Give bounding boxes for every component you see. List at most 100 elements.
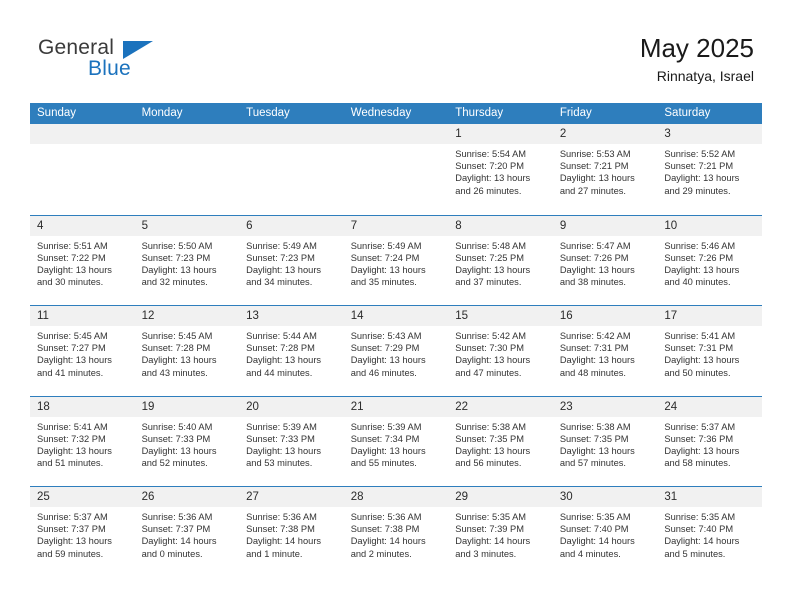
calendar-day-cell[interactable]: 10 Sunrise: 5:46 AM Sunset: 7:26 PM Dayligh… [657,215,762,305]
calendar-week-row: 18 Sunrise: 5:41 AM Sunset: 7:32 PM Dayligh… [30,395,762,486]
calendar-week-row: 11 Sunrise: 5:45 AM Sunset: 7:27 PM Dayligh… [30,305,762,396]
sunrise-text: Sunrise: 5:36 AM [246,512,317,522]
calendar-day-cell[interactable]: 30 Sunrise: 5:35 AM Sunset: 7:40 PM Dayligh… [552,487,658,577]
day-sun-info: Sunrise: 5:48 AM Sunset: 7:25 PM Daylight:… [448,236,553,289]
day-number: 21 [343,396,449,417]
day-sun-info: Sunrise: 5:42 AM Sunset: 7:31 PM Daylight:… [553,326,658,379]
calendar-day-cell[interactable]: 19 Sunrise: 5:40 AM Sunset: 7:33 PM Dayligh… [134,396,240,486]
sunset-text: Sunset: 7:29 PM [350,343,420,354]
calendar-week-row: 25 Sunrise: 5:37 AM Sunset: 7:37 PM Dayligh… [30,486,762,577]
calendar-day-cell[interactable]: 9 Sunrise: 5:47 AM Sunset: 7:26 PM Daylight… [552,215,658,305]
calendar-day-cell[interactable]: 11 Sunrise: 5:45 AM Sunset: 7:27 PM Dayligh… [30,306,135,396]
calendar-day-cell[interactable]: 24 Sunrise: 5:37 AM Sunset: 7:36 PM Dayligh… [657,396,762,486]
calendar-day-cell[interactable]: 3 Sunrise: 5:52 AM Sunset: 7:21 PM Daylight… [657,124,762,214]
sunrise-text: Sunrise: 5:54 AM [455,149,527,159]
calendar-week-row: 1 Sunrise: 5:54 AM Sunset: 7:20 PM Daylight… [30,124,762,215]
day-number: 5 [134,215,240,236]
calendar-day-cell[interactable]: 2 Sunrise: 5:53 AM Sunset: 7:21 PM Daylight… [552,124,658,214]
day-sun-info: Sunrise: 5:51 AM Sunset: 7:22 PM Daylight:… [30,236,135,289]
calendar-day-cell[interactable]: 6 Sunrise: 5:49 AM Sunset: 7:23 PM Daylight… [239,215,344,305]
calendar-day-cell[interactable]: 21 Sunrise: 5:39 AM Sunset: 7:34 PM Dayligh… [343,396,449,486]
daylight-text: Daylight: 13 hours and 34 minutes. [246,264,322,288]
general-blue-logo[interactable]: General Blue [38,36,238,86]
calendar-day-cell[interactable]: 8 Sunrise: 5:48 AM Sunset: 7:25 PM Daylight… [448,215,553,305]
daylight-text: Daylight: 13 hours and 57 minutes. [559,445,635,469]
sunrise-text: Sunrise: 5:40 AM [141,421,213,432]
day-number: 15 [448,306,553,326]
sunset-text: Sunset: 7:38 PM [246,524,315,535]
calendar-day-cell[interactable]: 13 Sunrise: 5:44 AM Sunset: 7:28 PM Dayligh… [239,306,344,396]
daylight-text: Daylight: 13 hours and 38 minutes. [559,264,635,288]
day-sun-info: Sunrise: 5:44 AM Sunset: 7:28 PM Daylight:… [239,326,344,379]
calendar-day-cell[interactable]: 15 Sunrise: 5:42 AM Sunset: 7:30 PM Dayligh… [448,306,553,396]
day-sun-info: Sunrise: 5:52 AM Sunset: 7:21 PM Daylight:… [657,144,762,197]
calendar-day-cell[interactable]: 29 Sunrise: 5:35 AM Sunset: 7:39 PM Dayligh… [448,487,553,577]
sunrise-text: Sunrise: 5:45 AM [37,331,108,341]
sunset-text: Sunset: 7:35 PM [455,433,524,444]
sunset-text: Sunset: 7:31 PM [559,343,629,354]
sunset-text: Sunset: 7:37 PM [37,524,106,535]
calendar-day-cell[interactable]: 14 Sunrise: 5:43 AM Sunset: 7:29 PM Dayligh… [343,306,449,396]
day-sun-info: Sunrise: 5:49 AM Sunset: 7:24 PM Daylight:… [344,236,449,289]
sunrise-text: Sunrise: 5:35 AM [455,512,527,522]
calendar-day-cell[interactable]: 4 Sunrise: 5:51 AM Sunset: 7:22 PM Daylight… [30,215,135,305]
sunrise-text: Sunrise: 5:35 AM [559,512,631,522]
calendar-day-cell-empty [30,124,135,214]
sunset-text: Sunset: 7:33 PM [246,433,315,444]
calendar-day-cell-empty [134,124,240,214]
day-sun-info: Sunrise: 5:38 AM Sunset: 7:35 PM Daylight:… [448,417,553,470]
sunset-text: Sunset: 7:38 PM [350,524,420,535]
day-sun-info: Sunrise: 5:36 AM Sunset: 7:38 PM Daylight:… [239,507,344,560]
sunrise-text: Sunrise: 5:52 AM [664,149,736,159]
daylight-text: Daylight: 13 hours and 47 minutes. [455,355,531,378]
calendar-day-cell[interactable]: 18 Sunrise: 5:41 AM Sunset: 7:32 PM Dayligh… [30,396,135,486]
calendar-day-cell[interactable]: 12 Sunrise: 5:45 AM Sunset: 7:28 PM Dayligh… [134,306,240,396]
weekday-header-friday: Friday [559,107,592,119]
weekday-header-sunday: Sunday [37,107,77,119]
weekday-header-wednesday: Wednesday [350,107,412,119]
daylight-text: Daylight: 13 hours and 43 minutes. [141,355,217,378]
logo-text-blue: Blue [88,57,131,80]
calendar-day-cell[interactable]: 17 Sunrise: 5:41 AM Sunset: 7:31 PM Dayligh… [657,306,762,396]
sunrise-text: Sunrise: 5:51 AM [37,240,108,251]
day-sun-info: Sunrise: 5:47 AM Sunset: 7:26 PM Daylight:… [553,236,658,289]
sunrise-text: Sunrise: 5:41 AM [664,331,736,341]
calendar-day-cell[interactable]: 28 Sunrise: 5:36 AM Sunset: 7:38 PM Dayligh… [343,487,449,577]
daylight-text: Daylight: 14 hours and 5 minutes. [664,536,740,559]
calendar-day-cell[interactable]: 20 Sunrise: 5:39 AM Sunset: 7:33 PM Dayligh… [239,396,344,486]
sunrise-text: Sunrise: 5:35 AM [664,512,736,522]
sunrise-text: Sunrise: 5:46 AM [664,240,736,251]
calendar-day-cell[interactable]: 5 Sunrise: 5:50 AM Sunset: 7:23 PM Daylight… [134,215,240,305]
day-sun-info: Sunrise: 5:35 AM Sunset: 7:39 PM Daylight:… [448,507,553,560]
sunset-text: Sunset: 7:20 PM [455,161,524,172]
sunset-text: Sunset: 7:33 PM [141,433,211,444]
day-number [134,124,240,144]
day-sun-info: Sunrise: 5:49 AM Sunset: 7:23 PM Daylight:… [239,236,344,289]
calendar-day-cell[interactable]: 27 Sunrise: 5:36 AM Sunset: 7:38 PM Dayligh… [239,487,344,577]
calendar-day-cell[interactable]: 16 Sunrise: 5:42 AM Sunset: 7:31 PM Dayligh… [552,306,658,396]
sunrise-text: Sunrise: 5:38 AM [559,421,631,432]
day-number: 27 [239,487,344,507]
sunset-text: Sunset: 7:25 PM [455,252,524,263]
sunset-text: Sunset: 7:28 PM [246,343,315,354]
day-sun-info: Sunrise: 5:46 AM Sunset: 7:26 PM Daylight:… [657,236,762,289]
day-sun-info: Sunrise: 5:54 AM Sunset: 7:20 PM Daylight:… [448,144,553,197]
sunset-text: Sunset: 7:23 PM [246,252,315,263]
day-number [239,124,344,144]
calendar-day-cell[interactable]: 25 Sunrise: 5:37 AM Sunset: 7:37 PM Dayligh… [30,487,135,577]
day-sun-info: Sunrise: 5:37 AM Sunset: 7:36 PM Daylight:… [657,417,762,470]
daylight-text: Daylight: 13 hours and 46 minutes. [350,355,426,378]
weekday-header-tuesday: Tuesday [246,107,290,119]
day-number: 29 [448,487,553,507]
day-number: 30 [552,487,658,507]
calendar-day-cell[interactable]: 7 Sunrise: 5:49 AM Sunset: 7:24 PM Daylight… [343,215,449,305]
calendar-day-cell[interactable]: 22 Sunrise: 5:38 AM Sunset: 7:35 PM Dayligh… [448,396,553,486]
calendar-day-cell[interactable]: 31 Sunrise: 5:35 AM Sunset: 7:40 PM Dayligh… [657,487,762,577]
weekday-header-monday: Monday [141,107,183,119]
calendar-day-cell[interactable]: 1 Sunrise: 5:54 AM Sunset: 7:20 PM Daylight… [448,124,553,214]
day-number: 17 [657,306,762,326]
calendar-day-cell[interactable]: 26 Sunrise: 5:36 AM Sunset: 7:37 PM Dayligh… [134,487,240,577]
calendar-day-cell[interactable]: 23 Sunrise: 5:38 AM Sunset: 7:35 PM Dayligh… [552,396,658,486]
day-sun-info: Sunrise: 5:35 AM Sunset: 7:40 PM Daylight:… [657,507,762,560]
daylight-text: Daylight: 13 hours and 44 minutes. [246,355,322,378]
